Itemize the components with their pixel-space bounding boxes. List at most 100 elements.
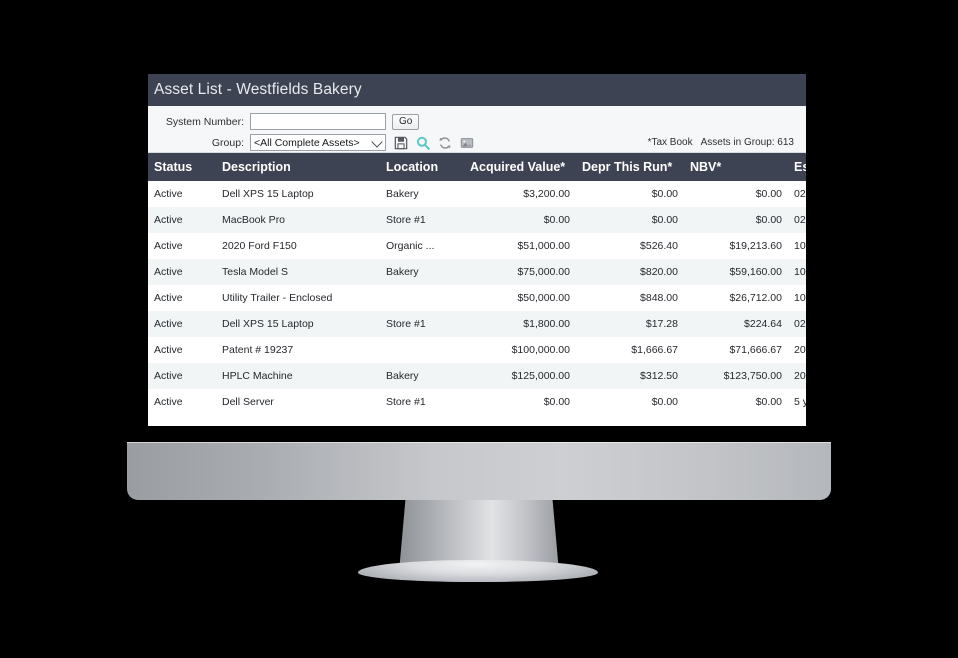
cell-est-life: 02 yrs 06 m [788, 311, 806, 337]
column-header-depr-this-run[interactable]: Depr This Run* [576, 153, 684, 181]
cell-nbv: $19,213.60 [684, 233, 788, 259]
cell-nbv: $123,750.00 [684, 363, 788, 389]
filter-toolbar: System Number: Go Group: <All Complete A… [148, 106, 806, 153]
table-row[interactable]: Active Patent # 19237 $100,000.00 $1,666.67… [148, 337, 806, 363]
cell-depr-this-run: $0.00 [576, 181, 684, 207]
system-number-input[interactable] [250, 113, 386, 130]
asset-list-app: Asset List - Westfields Bakery System Nu… [148, 74, 806, 415]
cell-status: Active [148, 181, 216, 207]
cell-acquired-value: $125,000.00 [464, 363, 576, 389]
cell-est-life: 02 yrs 06 m [788, 207, 806, 233]
cell-nbv: $59,160.00 [684, 259, 788, 285]
cell-est-life: 02 yrs 06 m [788, 181, 806, 207]
cell-acquired-value: $100,000.00 [464, 337, 576, 363]
cell-est-life: 5 yrs 00 m [788, 389, 806, 415]
go-button[interactable]: Go [392, 113, 420, 130]
group-select-value: <All Complete Assets> [254, 136, 360, 149]
system-number-label: System Number: [165, 115, 244, 128]
cell-location: Bakery [380, 181, 464, 207]
cell-status: Active [148, 389, 216, 415]
window-titlebar: Asset List - Westfields Bakery [148, 74, 806, 106]
cell-acquired-value: $51,000.00 [464, 233, 576, 259]
cell-location: Store #1 [380, 207, 464, 233]
cell-est-life: 10 yrs 00 m [788, 233, 806, 259]
column-header-location[interactable]: Location [380, 153, 464, 181]
cell-nbv: $224.64 [684, 311, 788, 337]
cell-est-life: 10 yrs 00 m [788, 259, 806, 285]
cell-status: Active [148, 233, 216, 259]
group-select[interactable]: <All Complete Assets> [250, 134, 386, 151]
asset-table-body: Active Dell XPS 15 Laptop Bakery $3,200.00 $… [148, 181, 806, 415]
table-header-row: Status Description Location Acquired Val… [148, 153, 806, 181]
tax-book-note: *Tax Book [647, 137, 693, 148]
cell-location [380, 337, 464, 363]
cell-depr-this-run: $0.00 [576, 207, 684, 233]
cell-depr-this-run: $848.00 [576, 285, 684, 311]
cell-depr-this-run: $820.00 [576, 259, 684, 285]
group-label: Group: [211, 136, 244, 149]
cell-nbv: $0.00 [684, 181, 788, 207]
column-header-description[interactable]: Description [216, 153, 380, 181]
cell-acquired-value: $75,000.00 [464, 259, 576, 285]
toolbar-icons [394, 136, 474, 150]
cell-depr-this-run: $0.00 [576, 389, 684, 415]
cell-description: Dell XPS 15 Laptop [216, 181, 380, 207]
cell-depr-this-run: $1,666.67 [576, 337, 684, 363]
cell-description: Dell Server [216, 389, 380, 415]
cell-nbv: $0.00 [684, 389, 788, 415]
table-row[interactable]: Active Tesla Model S Bakery $75,000.00 $820.… [148, 259, 806, 285]
cell-depr-this-run: $17.28 [576, 311, 684, 337]
table-meta: *Tax Book Assets in Group: 613 [648, 137, 794, 148]
chevron-down-icon [371, 135, 383, 148]
cell-description: Utility Trailer - Enclosed [216, 285, 380, 311]
cell-status: Active [148, 207, 216, 233]
assets-in-group-count: Assets in Group: 613 [700, 137, 794, 148]
cell-nbv: $71,666.67 [684, 337, 788, 363]
cell-location: Store #1 [380, 389, 464, 415]
cell-location: Bakery [380, 363, 464, 389]
cell-acquired-value: $0.00 [464, 207, 576, 233]
cell-est-life: 20 yrs 00 m [788, 363, 806, 389]
cell-location: Organic ... [380, 233, 464, 259]
column-header-est-life[interactable]: Est Life* [788, 153, 806, 181]
monitor-chin [127, 442, 831, 500]
table-row[interactable]: Active Dell Server Store #1 $0.00 $0.00 $0.00… [148, 389, 806, 415]
cell-nbv: $0.00 [684, 207, 788, 233]
system-number-row: System Number: Go [156, 113, 798, 130]
table-row[interactable]: Active MacBook Pro Store #1 $0.00 $0.00 $0.00… [148, 207, 806, 233]
column-header-acquired-value[interactable]: Acquired Value* [464, 153, 576, 181]
cell-acquired-value: $1,800.00 [464, 311, 576, 337]
image-export-icon[interactable] [460, 136, 474, 150]
cell-status: Active [148, 363, 216, 389]
cell-status: Active [148, 337, 216, 363]
cell-depr-this-run: $526.40 [576, 233, 684, 259]
cell-status: Active [148, 259, 216, 285]
cell-status: Active [148, 311, 216, 337]
cell-description: Tesla Model S [216, 259, 380, 285]
cell-location: Store #1 [380, 311, 464, 337]
column-header-status[interactable]: Status [148, 153, 216, 181]
cell-location [380, 285, 464, 311]
cell-est-life: 10 yrs 00 m [788, 285, 806, 311]
cell-acquired-value: $50,000.00 [464, 285, 576, 311]
table-row[interactable]: Active 2020 Ford F150 Organic ... $51,000.0… [148, 233, 806, 259]
cell-location: Bakery [380, 259, 464, 285]
cell-description: 2020 Ford F150 [216, 233, 380, 259]
cell-description: MacBook Pro [216, 207, 380, 233]
save-icon[interactable] [394, 136, 408, 150]
monitor-stand-base [358, 560, 598, 582]
table-row[interactable]: Active Dell XPS 15 Laptop Store #1 $1,800.0… [148, 311, 806, 337]
cell-description: Dell XPS 15 Laptop [216, 311, 380, 337]
asset-table-head: Status Description Location Acquired Val… [148, 153, 806, 181]
table-row[interactable]: Active Dell XPS 15 Laptop Bakery $3,200.00 $… [148, 181, 806, 207]
refresh-icon[interactable] [438, 136, 452, 150]
monitor-screen: Asset List - Westfields Bakery System Nu… [148, 74, 806, 426]
cell-acquired-value: $0.00 [464, 389, 576, 415]
table-row[interactable]: Active HPLC Machine Bakery $125,000.00 $312.… [148, 363, 806, 389]
table-row[interactable]: Active Utility Trailer - Enclosed $50,000.… [148, 285, 806, 311]
search-icon[interactable] [416, 136, 430, 150]
monitor: Asset List - Westfields Bakery System Nu… [127, 38, 831, 442]
cell-status: Active [148, 285, 216, 311]
column-header-nbv[interactable]: NBV* [684, 153, 788, 181]
cell-description: HPLC Machine [216, 363, 380, 389]
